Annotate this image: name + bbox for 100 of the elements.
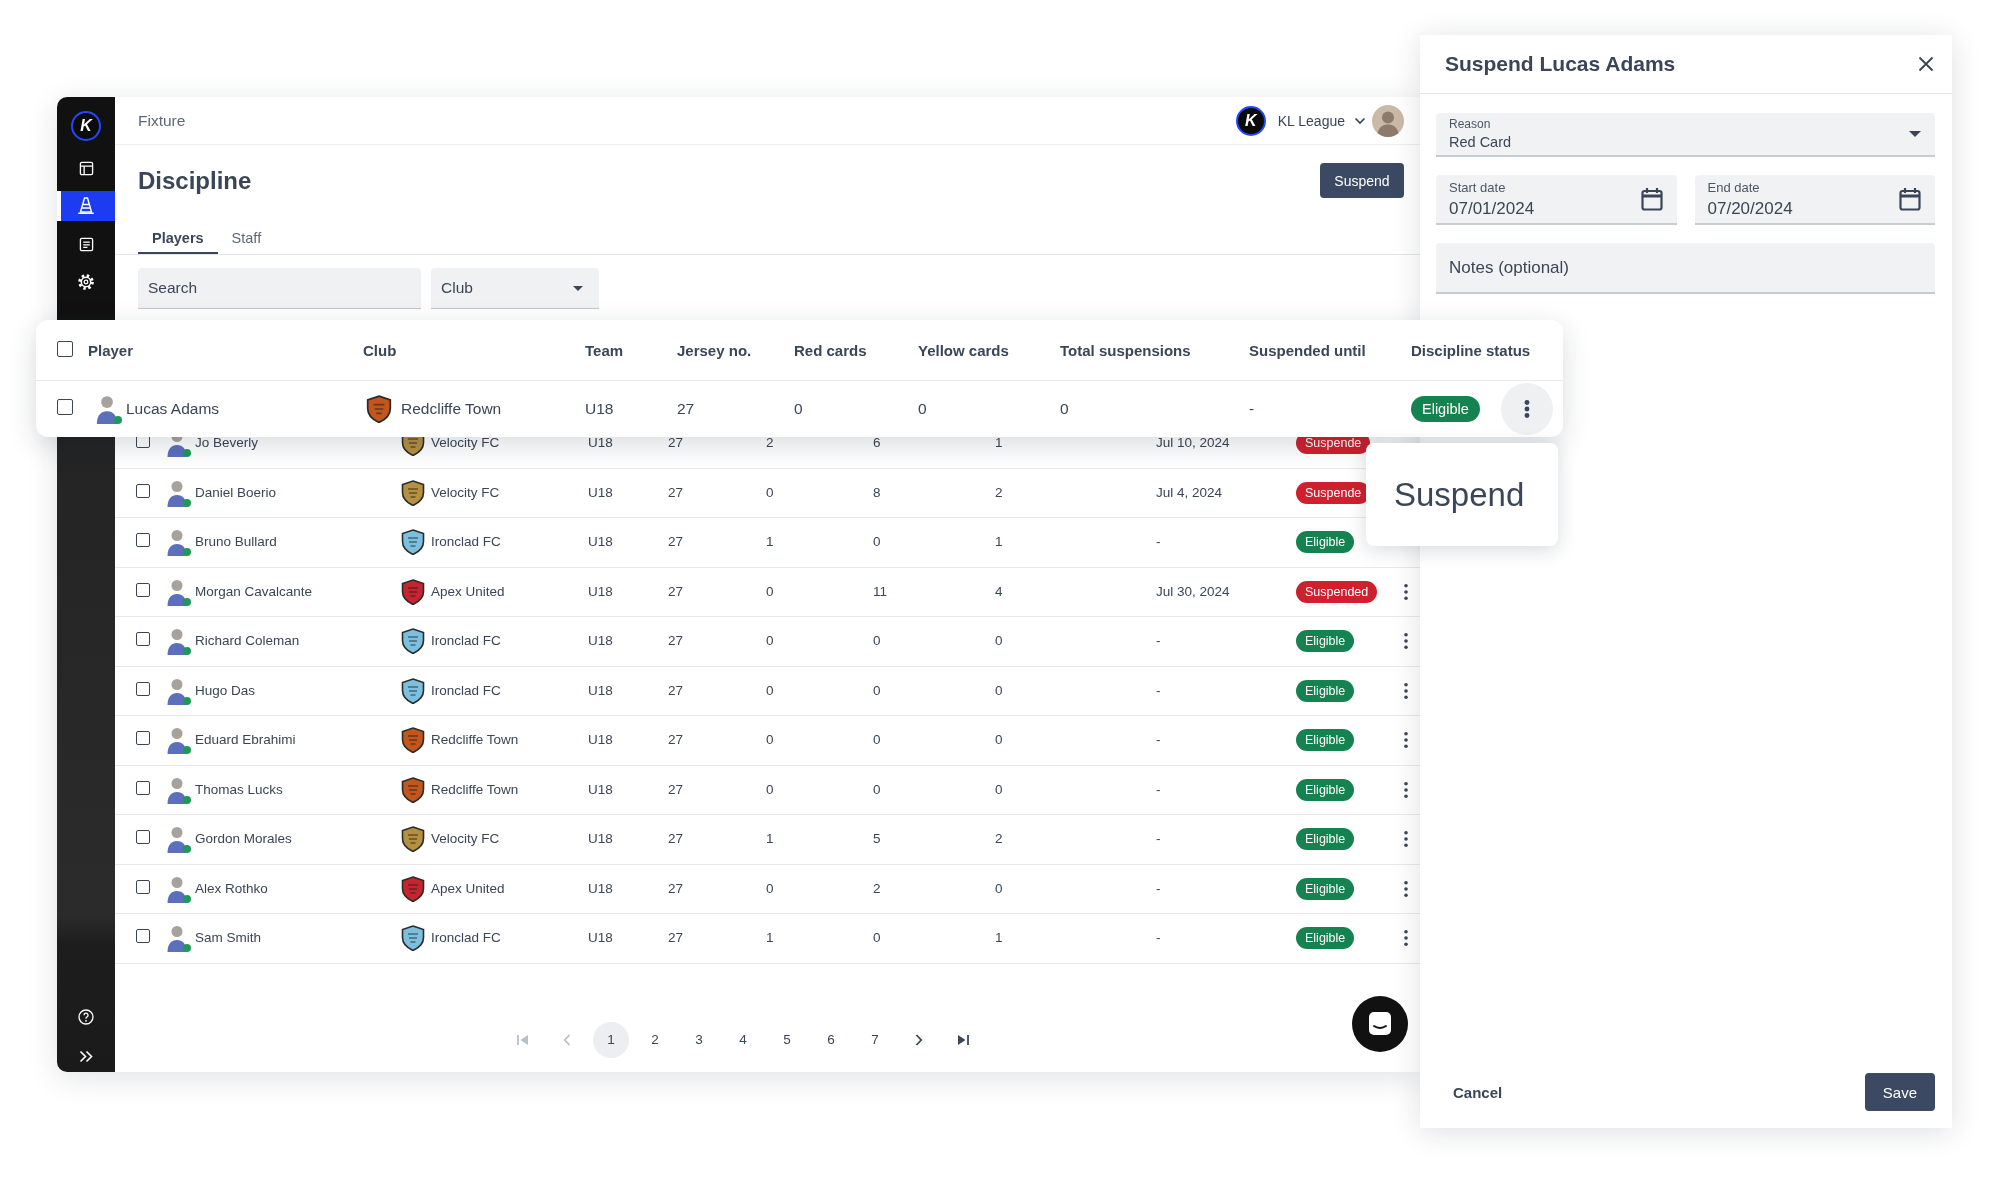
column-header: Discipline status: [1411, 341, 1531, 359]
club-name: Redcliffe Town: [431, 781, 519, 798]
cautions-count: 0: [873, 732, 881, 748]
jersey-number: 27: [668, 484, 684, 500]
save-button[interactable]: Save: [1864, 1073, 1935, 1111]
player-name: Thomas Lucks: [195, 781, 283, 798]
page-button[interactable]: 2: [637, 1021, 673, 1058]
column-header: Player: [88, 341, 134, 359]
avatar-icon[interactable]: [1372, 104, 1404, 137]
club-name: Velocity FC: [431, 831, 500, 848]
league-dropdown[interactable]: KL League: [1277, 112, 1366, 129]
dismissals-count: 0: [766, 880, 774, 896]
cautions-count: 6: [873, 435, 881, 451]
status-badge: Eligible: [1296, 828, 1355, 851]
club-name: Apex United: [431, 583, 505, 600]
status-dot-icon: [183, 498, 191, 507]
document-icon: [78, 236, 94, 252]
nav-item[interactable]: [57, 191, 115, 221]
search-field[interactable]: Search: [138, 268, 421, 309]
cautions-count: 2: [873, 880, 881, 896]
more-icon[interactable]: [1404, 682, 1408, 699]
more-icon[interactable]: [1404, 930, 1408, 947]
suspensions-count: 2: [995, 484, 1003, 500]
checkbox[interactable]: [136, 483, 150, 498]
page-button[interactable]: 3: [681, 1021, 717, 1058]
club-name: Ironclad FC: [431, 534, 501, 551]
chevron-right-icon[interactable]: [915, 1033, 923, 1046]
checkbox[interactable]: [136, 533, 150, 548]
dismissals-count: 0: [766, 781, 774, 797]
chat-icon[interactable]: [1352, 996, 1408, 1052]
checkbox[interactable]: [136, 830, 150, 845]
checkbox[interactable]: [136, 632, 150, 647]
more-icon[interactable]: [1404, 732, 1408, 749]
status-dot-icon: [183, 696, 191, 705]
checkbox[interactable]: [57, 399, 73, 415]
status-badge: Eligible: [1296, 877, 1355, 900]
suspensions-count: 2: [995, 831, 1003, 847]
page-button[interactable]: 4: [725, 1021, 761, 1058]
page-button[interactable]: 7: [857, 1021, 893, 1058]
dismissals-count: 1: [766, 831, 774, 847]
club-name: Ironclad FC: [431, 682, 501, 699]
person-icon: [95, 394, 119, 424]
chevron-down-icon: [1354, 116, 1366, 125]
column-header: Team: [585, 341, 624, 359]
player-name: Gordon Morales: [195, 831, 292, 848]
calendar-icon: [1899, 187, 1921, 211]
checkbox[interactable]: [136, 582, 150, 597]
help-icon[interactable]: [78, 1009, 94, 1025]
dismissals-count: 1: [766, 930, 774, 946]
breadcrumb[interactable]: Fixture: [138, 111, 186, 130]
tab[interactable]: Staff: [217, 218, 276, 254]
reason-dropdown[interactable]: Reason Red Card: [1436, 113, 1935, 157]
page-button[interactable]: 1: [593, 1021, 629, 1058]
page-button[interactable]: 5: [769, 1021, 805, 1058]
status-badge: Eligible: [1411, 396, 1480, 422]
status-badge: Eligible: [1296, 531, 1355, 554]
double-chevron-icon[interactable]: [79, 1049, 93, 1063]
more-icon[interactable]: [1404, 633, 1408, 650]
jersey-number: 27: [668, 930, 684, 946]
checkbox[interactable]: [57, 340, 73, 357]
tab[interactable]: Players: [138, 218, 218, 254]
cautions-count: 0: [873, 930, 881, 946]
cancel-button[interactable]: Cancel: [1445, 1075, 1511, 1109]
notes-field[interactable]: Notes (optional): [1436, 243, 1935, 294]
jersey-number: 27: [668, 633, 684, 649]
end-date-field[interactable]: End date 07/20/2024: [1694, 175, 1935, 225]
more-icon[interactable]: [1404, 880, 1408, 897]
status-badge: Eligible: [1296, 927, 1355, 950]
start-date-field[interactable]: Start date 07/01/2024: [1436, 175, 1677, 225]
suspended-until-date: -: [1156, 682, 1161, 698]
suspensions-count: 1: [995, 930, 1003, 946]
last-page-icon[interactable]: [957, 1033, 969, 1046]
player-name: Daniel Boerio: [195, 484, 277, 501]
club-dropdown[interactable]: Club: [431, 268, 599, 309]
player-name: Sam Smith: [195, 930, 262, 947]
dismissals-count: 0: [794, 400, 803, 417]
suspended-until-date: -: [1249, 400, 1255, 417]
checkbox[interactable]: [136, 731, 150, 746]
checkbox[interactable]: [136, 879, 150, 894]
suspend-button[interactable]: Suspend: [1320, 163, 1404, 198]
checkbox[interactable]: [136, 780, 150, 795]
dismissals-count: 0: [766, 732, 774, 748]
column-header: Total suspensions: [1060, 341, 1191, 359]
team-name: U18: [588, 781, 613, 797]
checkbox[interactable]: [136, 929, 150, 944]
calendar-icon: [1640, 187, 1663, 211]
status-dot-icon: [183, 597, 191, 606]
team-name: U18: [588, 435, 613, 451]
person-icon: [166, 874, 188, 903]
close-icon[interactable]: [1918, 56, 1934, 72]
menu-item[interactable]: Suspend: [1394, 474, 1525, 515]
more-icon[interactable]: [1404, 781, 1408, 798]
more-icon[interactable]: [1404, 583, 1408, 600]
status-dot-icon: [183, 795, 191, 804]
club-name: Redcliffe Town: [401, 400, 502, 418]
person-icon: [166, 775, 188, 804]
checkbox[interactable]: [136, 681, 150, 696]
suspended-until-date: Jul 10, 2024: [1156, 435, 1230, 451]
page-button[interactable]: 6: [813, 1021, 849, 1058]
more-icon[interactable]: [1404, 831, 1408, 848]
